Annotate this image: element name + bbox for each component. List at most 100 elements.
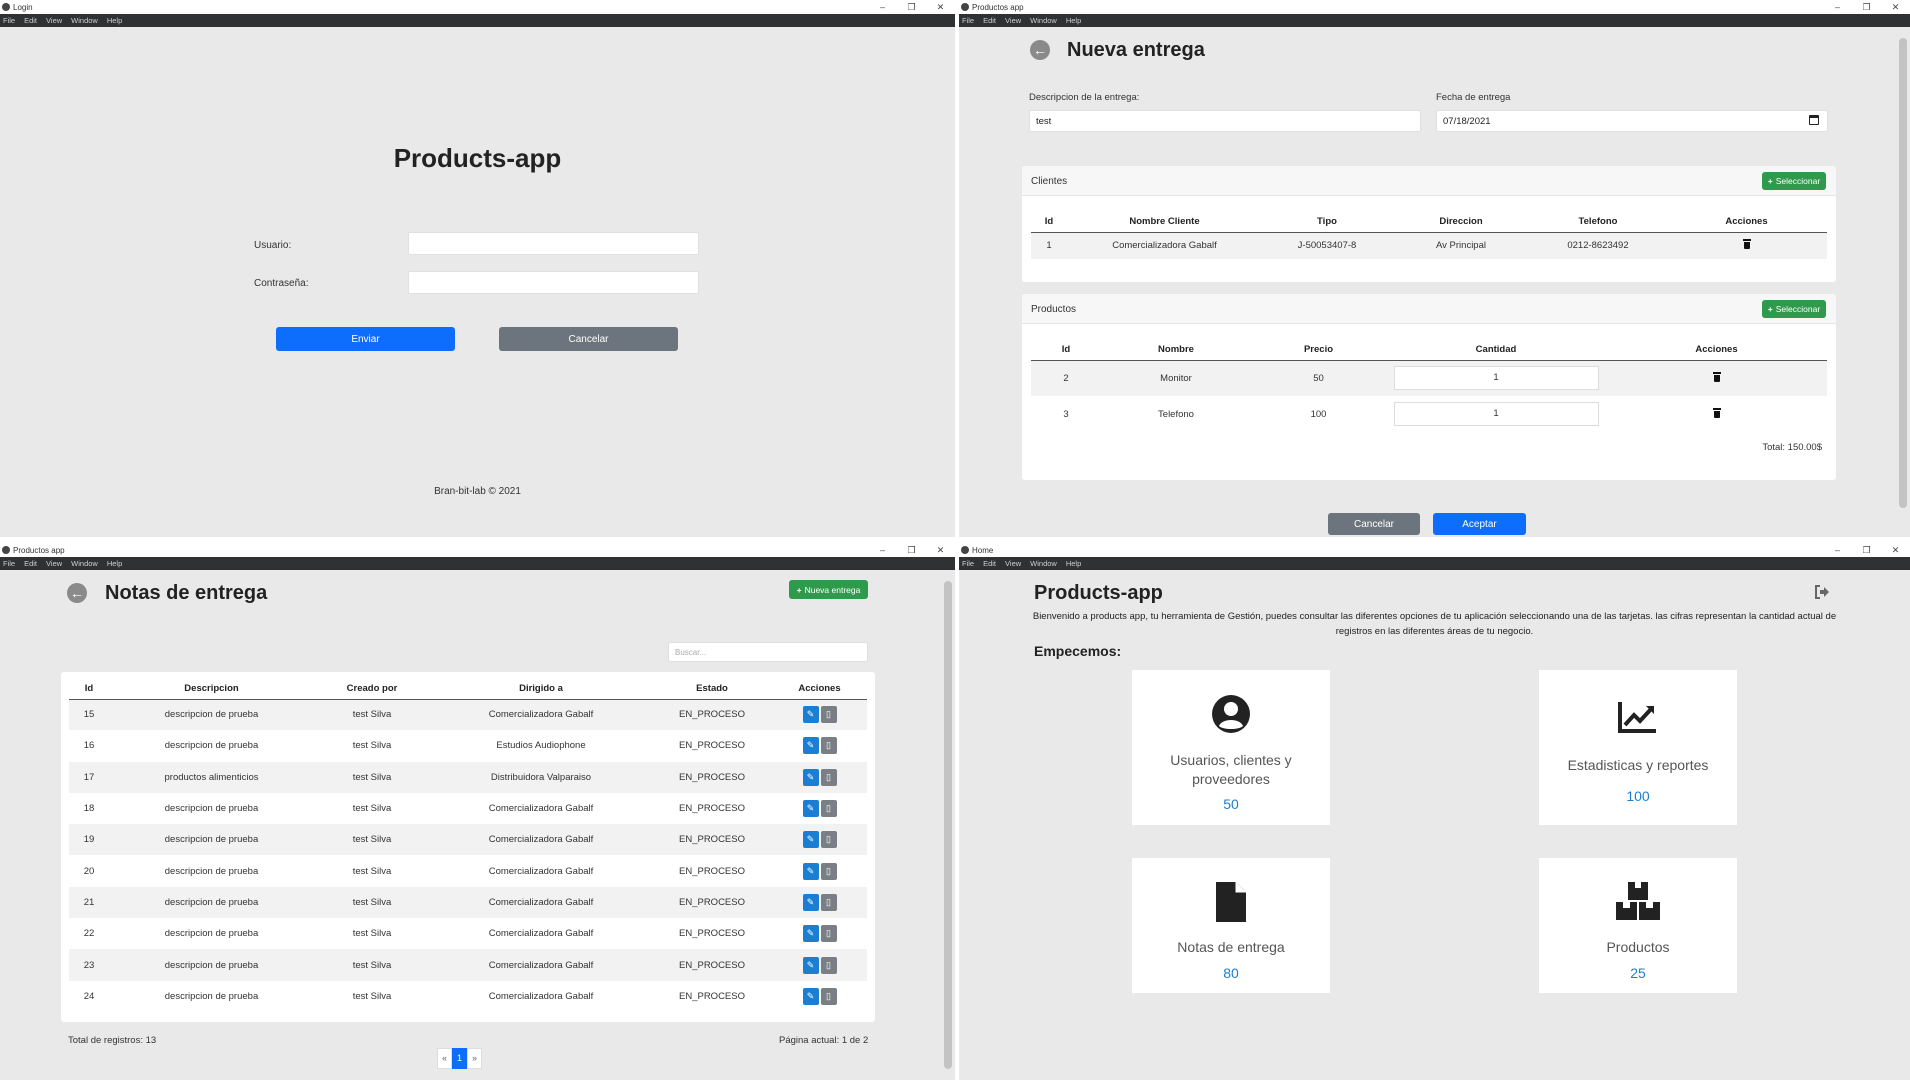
cell: descripcion de prueba — [109, 699, 314, 731]
cell: EN_PROCESO — [679, 928, 745, 940]
menu-window[interactable]: Window — [71, 559, 98, 568]
page-next[interactable]: » — [467, 1048, 482, 1069]
actions-cell: ✎ ▯ — [772, 886, 867, 919]
accept-button[interactable]: Aceptar — [1433, 513, 1526, 535]
close-icon[interactable]: ✕ — [1881, 0, 1910, 14]
close-icon[interactable]: ✕ — [1881, 543, 1910, 557]
document-icon[interactable]: ▯ — [820, 706, 837, 724]
title-bar: Productos app – ❐ ✕ — [0, 543, 955, 557]
edit-icon[interactable]: ✎ — [802, 706, 819, 724]
menu-help[interactable]: Help — [107, 16, 122, 25]
cell: 100 — [1310, 408, 1327, 420]
page-prev[interactable]: « — [437, 1048, 452, 1069]
menu-view[interactable]: View — [46, 16, 62, 25]
desc-input[interactable]: test — [1029, 110, 1421, 132]
menu-view[interactable]: View — [1005, 559, 1021, 568]
cell: test Silva — [314, 949, 430, 981]
card-notas[interactable]: Notas de entrega 80 — [1132, 858, 1330, 993]
intro-text: Bienvenido a products app, tu herramient… — [1032, 611, 1837, 637]
page-title: Products-app — [393, 143, 562, 173]
calendar-icon[interactable] — [1809, 115, 1819, 125]
document-icon[interactable]: ▯ — [820, 737, 837, 755]
edit-icon[interactable]: ✎ — [802, 893, 819, 911]
card-estadisticas[interactable]: Estadisticas y reportes 100 — [1539, 670, 1737, 825]
select-producto-button[interactable]: + Seleccionar — [1762, 300, 1826, 318]
edit-icon[interactable]: ✎ — [802, 956, 819, 974]
cancel-button[interactable]: Cancelar — [499, 327, 678, 351]
edit-icon[interactable]: ✎ — [802, 987, 819, 1005]
scrollbar[interactable] — [944, 581, 952, 1069]
cell: test Silva — [352, 990, 392, 1002]
edit-icon[interactable]: ✎ — [802, 737, 819, 755]
cell: descripcion de prueba — [164, 928, 259, 940]
maximize-icon[interactable]: ❐ — [1852, 543, 1881, 557]
document-icon[interactable]: ▯ — [820, 956, 837, 974]
edit-icon[interactable]: ✎ — [802, 925, 819, 943]
trash-icon[interactable] — [1712, 371, 1721, 382]
trash-icon[interactable] — [1712, 407, 1721, 418]
quantity-input[interactable]: 1 — [1393, 402, 1599, 426]
edit-icon[interactable]: ✎ — [802, 768, 819, 786]
maximize-icon[interactable]: ❐ — [897, 0, 926, 14]
menu-edit[interactable]: Edit — [24, 559, 37, 568]
menu-file[interactable]: File — [962, 16, 974, 25]
minimize-icon[interactable]: – — [868, 0, 897, 14]
menu-view[interactable]: View — [46, 559, 62, 568]
menu-file[interactable]: File — [962, 559, 974, 568]
actions-cell: ✎ ▯ — [772, 761, 867, 793]
menu-edit[interactable]: Edit — [983, 16, 996, 25]
edit-icon[interactable]: ✎ — [802, 800, 819, 818]
menu-help[interactable]: Help — [1066, 16, 1081, 25]
close-icon[interactable]: ✕ — [926, 0, 955, 14]
menu-view[interactable]: View — [1005, 16, 1021, 25]
maximize-icon[interactable]: ❐ — [897, 543, 926, 557]
submit-button[interactable]: Enviar — [276, 327, 455, 351]
quantity-input[interactable]: 1 — [1393, 366, 1599, 391]
menu-file[interactable]: File — [3, 16, 15, 25]
nueva-entrega-button[interactable]: + Nueva entrega — [789, 580, 868, 599]
actions-cell: ✎ ▯ — [772, 949, 867, 981]
back-arrow-icon[interactable]: ← — [67, 583, 87, 603]
table-row: 22 descripcion de prueba test Silva Comerci… — [69, 918, 867, 949]
table-row: 3 Telefono 100 1 — [1031, 396, 1827, 432]
card-usuarios[interactable]: Usuarios, clientes y proveedores 50 — [1132, 670, 1330, 825]
minimize-icon[interactable]: – — [1823, 0, 1852, 14]
card-productos[interactable]: Productos 25 — [1539, 858, 1737, 993]
minimize-icon[interactable]: – — [868, 543, 897, 557]
menu-window[interactable]: Window — [1030, 16, 1057, 25]
menu-window[interactable]: Window — [71, 16, 98, 25]
edit-icon[interactable]: ✎ — [802, 862, 819, 880]
cell: descripcion de prueba — [164, 803, 259, 815]
document-icon[interactable]: ▯ — [820, 800, 837, 818]
page-1[interactable]: 1 — [452, 1048, 467, 1069]
fecha-label: Fecha de entrega — [1436, 92, 1511, 103]
trash-icon[interactable] — [1742, 239, 1751, 250]
maximize-icon[interactable]: ❐ — [1852, 0, 1881, 14]
actions-cell: ✎ ▯ — [772, 793, 867, 824]
cancel-button[interactable]: Cancelar — [1328, 513, 1420, 535]
document-icon[interactable]: ▯ — [820, 862, 837, 880]
fecha-input[interactable]: 07/18/2021 — [1436, 110, 1828, 132]
close-icon[interactable]: ✕ — [926, 543, 955, 557]
document-icon[interactable]: ▯ — [820, 987, 837, 1005]
menu-edit[interactable]: Edit — [24, 16, 37, 25]
menu-window[interactable]: Window — [1030, 559, 1057, 568]
password-input[interactable] — [408, 271, 699, 294]
edit-icon[interactable]: ✎ — [802, 831, 819, 849]
minimize-icon[interactable]: – — [1823, 543, 1852, 557]
menu-help[interactable]: Help — [1066, 559, 1081, 568]
scrollbar[interactable] — [1899, 38, 1907, 508]
document-icon[interactable]: ▯ — [820, 893, 837, 911]
search-input[interactable]: Buscar... — [668, 642, 868, 662]
menu-help[interactable]: Help — [107, 559, 122, 568]
document-icon[interactable]: ▯ — [820, 831, 837, 849]
clientes-card: Clientes + Seleccionar Id Nombre Cliente … — [1022, 166, 1836, 282]
logout-icon[interactable] — [1814, 585, 1830, 599]
back-arrow-icon[interactable]: ← — [1030, 40, 1050, 60]
usuario-input[interactable] — [408, 232, 699, 255]
menu-edit[interactable]: Edit — [983, 559, 996, 568]
select-cliente-button[interactable]: + Seleccionar — [1762, 172, 1826, 190]
menu-file[interactable]: File — [3, 559, 15, 568]
document-icon[interactable]: ▯ — [820, 768, 837, 786]
document-icon[interactable]: ▯ — [820, 925, 837, 943]
